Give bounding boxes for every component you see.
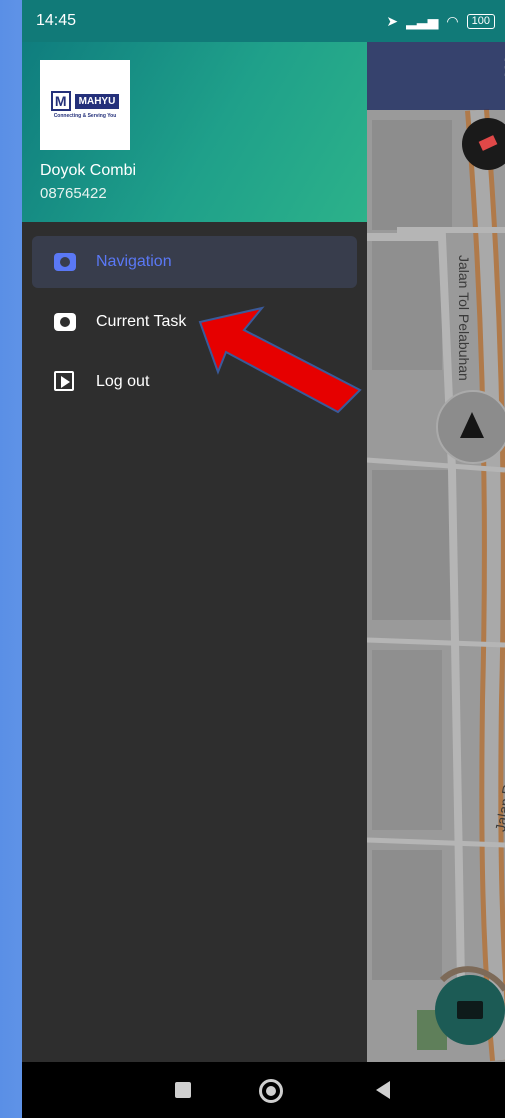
camera-icon xyxy=(52,250,78,274)
app-bar xyxy=(367,42,505,110)
navigation-drawer: M MAHYU Connecting & Serving You Doyok C… xyxy=(22,42,367,1062)
status-time: 14:45 xyxy=(36,12,77,29)
drawer-header: M MAHYU Connecting & Serving You Doyok C… xyxy=(22,42,367,222)
message-fab[interactable] xyxy=(435,975,505,1045)
signal-icon: ▂▃▅ xyxy=(406,12,439,29)
logo-brand: MAHYU xyxy=(74,93,120,109)
menu-item-current-task[interactable]: Current Task xyxy=(32,296,357,348)
camera-icon xyxy=(52,310,78,334)
menu-item-navigation[interactable]: Navigation xyxy=(32,236,357,288)
location-icon: ➤ xyxy=(386,12,399,29)
company-logo: M MAHYU Connecting & Serving You xyxy=(40,60,130,150)
navigation-arrow-icon xyxy=(460,412,484,438)
drawer-menu: Navigation Current Task Log out xyxy=(22,236,367,416)
menu-item-label: Current Task xyxy=(96,313,187,330)
status-bar: 14:45 ➤ ▂▃▅ ◠ 100 xyxy=(22,0,505,42)
logo-mark: M MAHYU xyxy=(50,91,120,111)
home-button[interactable] xyxy=(259,1079,283,1103)
mail-icon xyxy=(457,1001,483,1019)
video-library-icon xyxy=(52,370,78,394)
more-menu-icon[interactable]: ⋮ xyxy=(495,56,505,92)
menu-item-label: Navigation xyxy=(96,253,172,270)
system-nav-bar xyxy=(22,1062,505,1118)
menu-item-log-out[interactable]: Log out xyxy=(32,356,357,408)
phone-screen: Jalan Tol Pelabuhan Jalan R. E. M ⋮ 14:4… xyxy=(22,0,505,1118)
battery-icon: 100 xyxy=(466,13,495,29)
user-name: Doyok Combi xyxy=(40,162,137,179)
compass-icon[interactable] xyxy=(462,118,505,170)
user-phone: 08765422 xyxy=(40,185,107,202)
my-location-button[interactable] xyxy=(436,390,505,464)
recents-button[interactable] xyxy=(175,1082,191,1098)
back-button[interactable] xyxy=(376,1081,390,1099)
logo-m-icon: M xyxy=(50,91,71,111)
road-label: Jalan Tol Pelabuhan xyxy=(456,255,472,381)
menu-item-label: Log out xyxy=(96,373,150,390)
logo-tagline: Connecting & Serving You xyxy=(53,113,117,119)
wifi-icon: ◠ xyxy=(446,12,459,29)
